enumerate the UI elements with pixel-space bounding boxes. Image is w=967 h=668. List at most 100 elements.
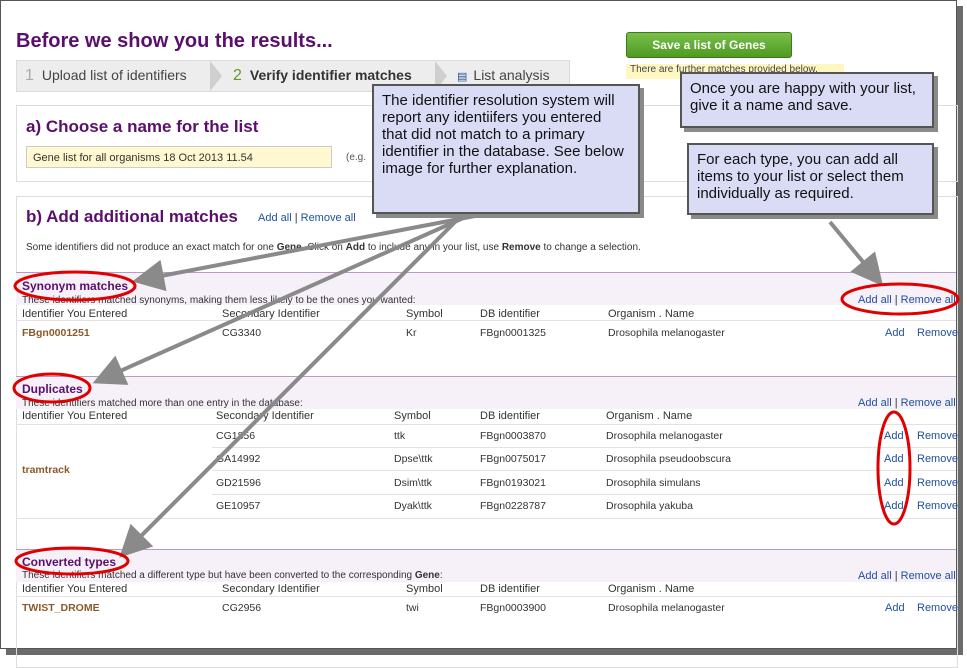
list-name-input[interactable]: Gene list for all organisms 18 Oct 2013 … (26, 146, 332, 168)
db-identifier: FBgn0193021 (480, 477, 546, 489)
chart-icon: ▤ (457, 71, 468, 83)
db-identifier: FBgn0075017 (480, 453, 546, 465)
intro-part: to include any in your list, use (365, 242, 502, 253)
organism: Drosophila melanogaster (606, 430, 723, 442)
remove-link[interactable]: Remove (917, 477, 958, 489)
converted-desc: These identifiers matched a different ty… (22, 570, 443, 581)
remove-link[interactable]: Remove (917, 430, 958, 442)
organism: Drosophila melanogaster (608, 327, 725, 339)
entered-identifier: FBgn0001251 (22, 327, 90, 339)
col-entered: Identifier You Entered (22, 410, 128, 422)
col-symbol: Symbol (394, 410, 431, 422)
add-link[interactable]: Add (884, 500, 904, 512)
secondary-identifier: CG2956 (222, 602, 262, 614)
separator: | (894, 570, 898, 582)
row-divider (16, 424, 956, 425)
remove-all-link[interactable]: Remove all (901, 570, 956, 582)
remove-link[interactable]: Remove (917, 453, 958, 465)
add-link[interactable]: Add (885, 602, 905, 614)
intro-part: . Click on (301, 242, 346, 253)
step-label: Upload list of identifiers (41, 67, 187, 83)
save-list-button[interactable]: Save a list of Genes (626, 32, 792, 58)
global-add-remove: Add all | Remove all (258, 212, 356, 224)
duplicates-add-remove-all: Add all | Remove all (858, 397, 956, 409)
col-secondary: Secondary Identifier (222, 583, 320, 595)
converted-title: Converted types (22, 555, 117, 569)
row-divider (212, 494, 956, 495)
col-organism: Organism . Name (608, 583, 695, 595)
step-number: 1 (25, 67, 34, 84)
col-organism: Organism . Name (606, 410, 693, 422)
remove-all-link[interactable]: Remove all (901, 397, 956, 409)
step-verify: 2 Verify identifier matches (233, 67, 412, 85)
remove-link[interactable]: Remove (917, 500, 958, 512)
step-number: 2 (233, 67, 242, 84)
remove-link[interactable]: Remove (917, 327, 958, 339)
col-organism: Organism . Name (608, 308, 695, 320)
callout-add-all: For each type, you can add all items to … (687, 143, 934, 215)
remove-all-link[interactable]: Remove all (301, 212, 356, 224)
row-divider (212, 470, 956, 471)
add-link[interactable]: Add (884, 477, 904, 489)
chevron-right-icon (210, 61, 222, 91)
row-divider (16, 320, 956, 321)
section-a-heading: a) Choose a name for the list (26, 117, 259, 136)
add-link[interactable]: Add (884, 430, 904, 442)
remove-link[interactable]: Remove (917, 602, 958, 614)
callout-save: Once you are happy with your list, give … (680, 72, 934, 128)
db-identifier: FBgn0003900 (480, 602, 546, 614)
callout-resolution: The identifier resolution system will re… (372, 84, 640, 214)
col-symbol: Symbol (406, 583, 443, 595)
step-upload[interactable]: 1 Upload list of identifiers (25, 67, 187, 85)
duplicates-title: Duplicates (22, 382, 83, 396)
symbol: Dyak\ttk (394, 500, 432, 512)
col-entered: Identifier You Entered (22, 308, 128, 320)
page-title: Before we show you the results... (16, 30, 333, 52)
intro-part: Remove (501, 242, 541, 253)
secondary-identifier: GE10957 (216, 500, 261, 512)
step-label: List analysis (473, 67, 550, 83)
intro-part: Some identifiers did not produce an exac… (26, 242, 277, 253)
intro-part: Gene (276, 242, 302, 253)
col-symbol: Symbol (406, 308, 443, 320)
desc-part: : (439, 570, 443, 581)
secondary-identifier: CG3340 (222, 327, 262, 339)
col-db: DB identifier (480, 583, 540, 595)
db-identifier: FBgn0228787 (480, 500, 546, 512)
symbol: Dpse\ttk (394, 453, 433, 465)
desc-part: Gene (414, 570, 440, 581)
add-all-link[interactable]: Add all (858, 294, 892, 306)
col-secondary: Secondary Identifier (222, 308, 320, 320)
add-all-link[interactable]: Add all (858, 570, 892, 582)
db-identifier: FBgn0001325 (480, 327, 546, 339)
organism: Drosophila pseudoobscura (606, 453, 731, 465)
entered-identifier: tramtrack (22, 464, 70, 476)
add-all-link[interactable]: Add all (258, 212, 292, 224)
separator: | (294, 212, 298, 224)
converted-add-remove-all: Add all | Remove all (858, 570, 956, 582)
col-secondary: Secondary Identifier (216, 410, 314, 422)
col-db: DB identifier (480, 410, 540, 422)
secondary-identifier: GD21596 (216, 477, 261, 489)
secondary-identifier: GA14992 (216, 453, 261, 465)
add-link[interactable]: Add (884, 453, 904, 465)
synonym-add-remove-all: Add all | Remove all (858, 294, 956, 306)
add-all-link[interactable]: Add all (858, 397, 892, 409)
row-divider (16, 518, 956, 519)
add-link[interactable]: Add (885, 327, 905, 339)
synonym-title: Synonym matches (22, 279, 129, 293)
entered-identifier: TWIST_DROME (22, 602, 100, 614)
col-entered: Identifier You Entered (22, 583, 128, 595)
row-divider (212, 447, 956, 448)
remove-all-link[interactable]: Remove all (901, 294, 956, 306)
example-hint: (e.g. (346, 152, 367, 163)
organism: Drosophila melanogaster (608, 602, 725, 614)
symbol: twi (406, 602, 419, 614)
separator: | (894, 294, 898, 306)
db-identifier: FBgn0003870 (480, 430, 546, 442)
organism: Drosophila yakuba (606, 500, 693, 512)
section-b-heading: b) Add additional matches (26, 207, 238, 226)
synonym-desc: These identifiers matched synonyms, maki… (22, 295, 416, 306)
symbol: Dsim\ttk (394, 477, 432, 489)
col-db: DB identifier (480, 308, 540, 320)
